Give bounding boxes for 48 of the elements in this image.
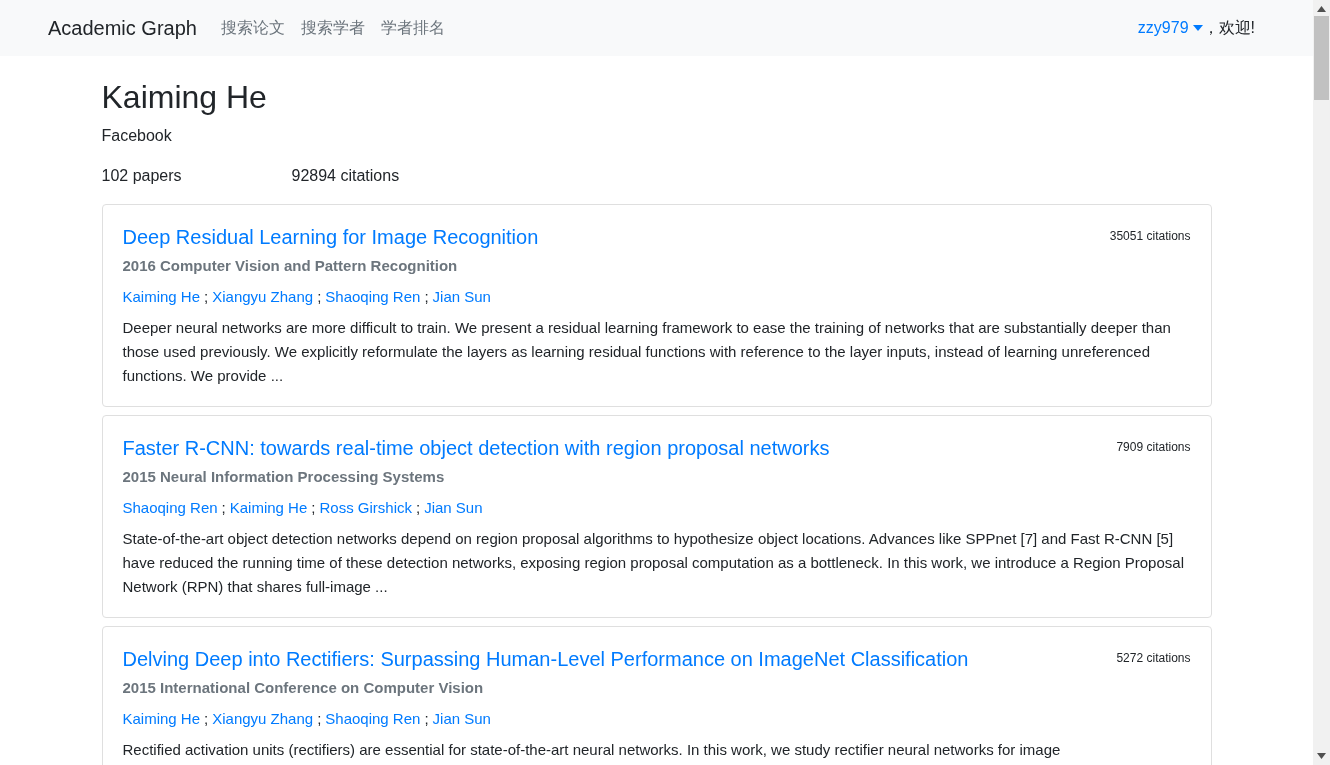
author-link[interactable]: Ross Girshick bbox=[319, 496, 412, 520]
paper-citations: 7909 citations bbox=[1116, 439, 1191, 457]
paper-title[interactable]: Delving Deep into Rectifiers: Surpassing Human-Level Performance on ImageNet Classification bbox=[122, 647, 969, 672]
paper-venue: 2015 Neural Information Processing Systems bbox=[122, 467, 446, 488]
author-separator: ; bbox=[204, 708, 209, 729]
scroll-up-icon[interactable] bbox=[1317, 6, 1326, 12]
author-link[interactable]: Shaoqing Ren bbox=[325, 707, 421, 731]
caret-icon bbox=[1192, 25, 1203, 31]
author-link[interactable]: Xiangyu Zhang bbox=[212, 285, 314, 309]
nav-link[interactable]: 搜索论文 bbox=[220, 16, 285, 40]
author-separator: ; bbox=[221, 497, 226, 518]
author-link[interactable]: Xiangyu Zhang bbox=[212, 707, 314, 731]
user-dropdown[interactable]: zzy979 bbox=[1137, 16, 1203, 40]
scholar-name: Kaiming He bbox=[101, 78, 268, 117]
author-link[interactable]: Jian Sun bbox=[432, 707, 491, 731]
author-separator: ; bbox=[424, 708, 429, 729]
author-link[interactable]: Shaoqing Ren bbox=[325, 285, 421, 309]
scholar-affiliation: Facebook bbox=[101, 126, 173, 147]
paper-title[interactable]: Deep Residual Learning for Image Recognition bbox=[122, 225, 539, 250]
author-link[interactable]: Jian Sun bbox=[432, 285, 491, 309]
paper-venue: 2015 International Conference on Computer Vision bbox=[122, 678, 485, 699]
welcome-text: ，欢迎! bbox=[1202, 18, 1255, 38]
author-link[interactable]: Shaoqing Ren bbox=[122, 496, 218, 520]
scrollbar-thumb[interactable] bbox=[1314, 16, 1329, 100]
nav-link[interactable]: 学者排名 bbox=[380, 16, 445, 40]
paper-abstract: State-of-the-art object detection networks depend on region proposal algorithms to hypothesize object locations. Advances like SPPnet [7] and Fast R-CNN [5] have reduced the running time of these detection networks, exposing region proposal computation as a bottleneck. In this work, we introduce a Region Proposal Network (RPN) that shares full-image ... bbox=[122, 529, 1185, 598]
author-separator: ; bbox=[204, 286, 209, 307]
paper-count: 102 papers bbox=[101, 166, 183, 187]
author-separator: ; bbox=[416, 497, 421, 518]
scrollbar[interactable] bbox=[1313, 0, 1330, 765]
author-link[interactable]: Kaiming He bbox=[122, 707, 201, 731]
paper-citations: 35051 citations bbox=[1109, 228, 1191, 246]
author-separator: ; bbox=[317, 286, 322, 307]
author-separator: ; bbox=[317, 708, 322, 729]
nav-link[interactable]: 搜索学者 bbox=[300, 16, 365, 40]
author-link[interactable]: Kaiming He bbox=[229, 496, 308, 520]
author-link[interactable]: Kaiming He bbox=[122, 285, 201, 309]
paper-title[interactable]: Faster R-CNN: towards real-time object detection with region proposal networks bbox=[122, 436, 830, 461]
paper-citations: 5272 citations bbox=[1116, 650, 1191, 668]
author-link[interactable]: Jian Sun bbox=[424, 496, 483, 520]
author-separator: ; bbox=[424, 286, 429, 307]
paper-abstract: Rectified activation units (rectifiers) are essential for state-of-the-art neural networks. In this work, we study rectifier neural networks for image bbox=[122, 740, 1062, 761]
scroll-down-icon[interactable] bbox=[1317, 753, 1326, 759]
citation-count: 92894 citations bbox=[291, 166, 400, 187]
brand-link[interactable]: Academic Graph bbox=[48, 13, 197, 43]
author-separator: ; bbox=[311, 497, 316, 518]
paper-abstract: Deeper neural networks are more difficult to train. We present a residual learning framework to ease the training of networks that are substantially deeper than those used previously. We explicitly reformulate the layers as learning residual functions with reference to the layer inputs, instead of learning unreferenced functions. We provide ... bbox=[122, 318, 1172, 387]
paper-venue: 2016 Computer Vision and Pattern Recognition bbox=[122, 256, 459, 277]
